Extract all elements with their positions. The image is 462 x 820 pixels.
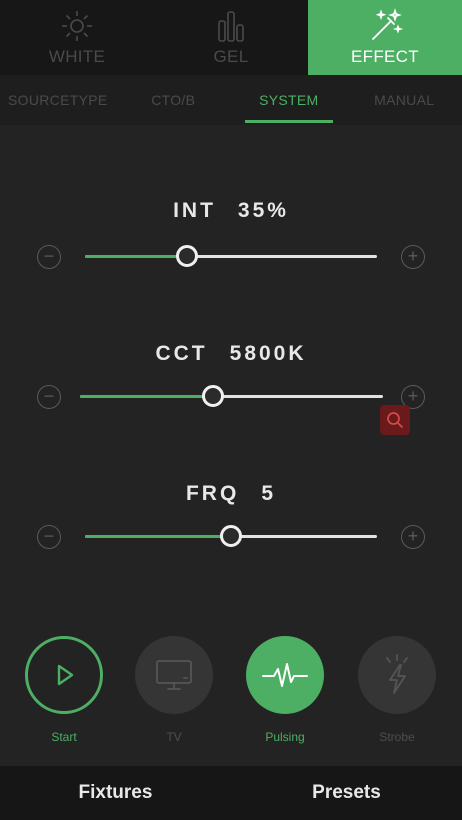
effect-start-label: Start	[51, 730, 77, 744]
effect-strobe[interactable]: Strobe	[357, 636, 437, 744]
frq-name: FRQ	[185, 482, 240, 505]
tab-gel[interactable]: GEL	[154, 0, 308, 75]
start-button[interactable]	[25, 636, 103, 714]
cct-title: CCT 5800K	[0, 342, 462, 366]
minus-icon: −	[43, 246, 55, 266]
tv-button[interactable]	[135, 636, 213, 714]
frq-increase-button[interactable]: +	[401, 525, 425, 549]
tv-icon	[156, 660, 192, 690]
minus-icon: −	[43, 526, 55, 546]
play-icon	[57, 664, 74, 686]
frq-slider-fill	[85, 535, 231, 538]
effect-tv[interactable]: TV	[134, 636, 214, 744]
cct-slider[interactable]	[80, 395, 383, 398]
subtab-ctob[interactable]: CTO/B	[116, 75, 232, 125]
frq-decrease-button[interactable]: −	[37, 525, 61, 549]
int-slider-thumb[interactable]	[176, 245, 199, 267]
subtab-system[interactable]: SYSTEM	[231, 75, 347, 125]
effect-tv-label: TV	[166, 730, 182, 744]
tab-effect[interactable]: EFFECT	[308, 0, 462, 75]
nav-fixtures[interactable]: Fixtures	[0, 766, 231, 820]
int-decrease-button[interactable]: −	[37, 245, 61, 269]
int-value: 35%	[237, 199, 289, 222]
effect-strobe-label: Strobe	[379, 730, 415, 744]
zoom-button[interactable]	[380, 405, 410, 435]
magic-wand-icon	[365, 8, 405, 44]
strobe-icon	[386, 654, 408, 694]
nav-presets[interactable]: Presets	[231, 766, 462, 820]
subtab-manual[interactable]: MANUAL	[347, 75, 462, 125]
cct-value: 5800K	[229, 342, 307, 365]
sub-tabs: SOURCETYPE CTO/B SYSTEM MANUAL	[0, 75, 462, 125]
magnifier-icon	[387, 412, 403, 428]
minus-icon: −	[43, 386, 55, 406]
pulse-icon	[262, 663, 308, 687]
tab-gel-label: GEL	[213, 47, 249, 66]
plus-icon: +	[407, 246, 419, 266]
effect-start[interactable]: Start	[24, 636, 104, 744]
frq-title: FRQ 5	[0, 482, 462, 506]
int-title: INT 35%	[0, 199, 462, 223]
sun-icon	[57, 8, 97, 44]
plus-icon: +	[407, 526, 419, 546]
subtab-sourcetype[interactable]: SOURCETYPE	[0, 75, 116, 125]
effect-pulsing[interactable]: Pulsing	[245, 636, 325, 744]
frq-value: 5	[261, 482, 276, 505]
tab-effect-label: EFFECT	[351, 47, 419, 66]
cct-decrease-button[interactable]: −	[37, 385, 61, 409]
int-slider-fill	[85, 255, 188, 258]
bottom-nav: Fixtures Presets	[0, 766, 462, 820]
strobe-button[interactable]	[358, 636, 436, 714]
int-name: INT	[173, 199, 216, 222]
tab-white-label: WHITE	[48, 47, 106, 66]
tab-white[interactable]: WHITE	[0, 0, 154, 75]
int-slider[interactable]	[85, 255, 377, 258]
mode-tabs: WHITE GEL EFFECT	[0, 0, 462, 75]
effect-buttons: Start TV Pulsing Strobe	[0, 636, 462, 746]
frq-slider-thumb[interactable]	[220, 525, 242, 547]
pulsing-button[interactable]	[246, 636, 324, 714]
plus-icon: +	[407, 386, 419, 406]
cct-slider-fill	[80, 395, 214, 398]
cct-name: CCT	[155, 342, 208, 365]
cct-slider-thumb[interactable]	[202, 385, 225, 407]
bars-icon	[211, 8, 251, 44]
int-increase-button[interactable]: +	[401, 245, 425, 269]
effect-pulsing-label: Pulsing	[265, 730, 305, 744]
